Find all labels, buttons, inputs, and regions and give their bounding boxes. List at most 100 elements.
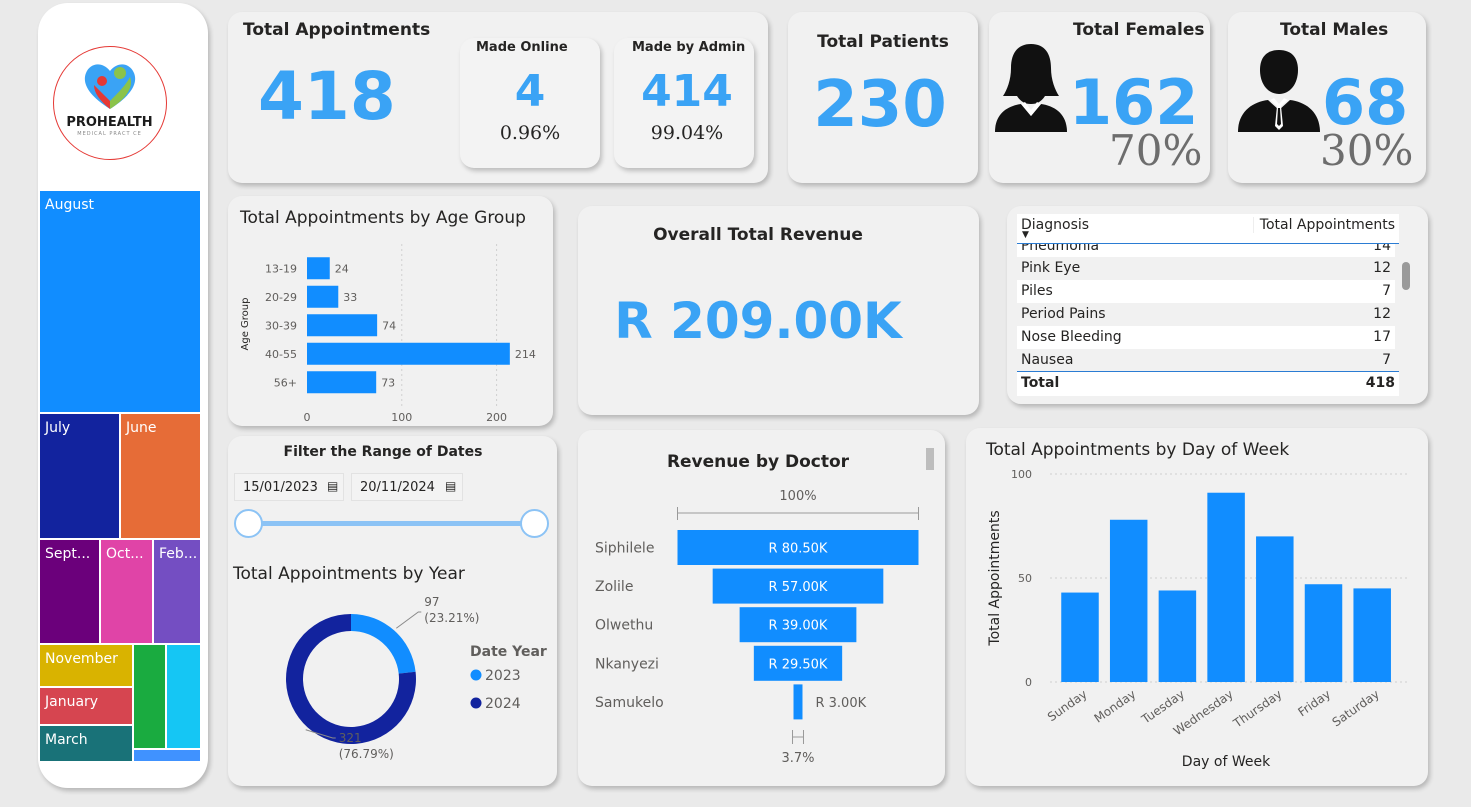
revenue-by-doctor-chart: 100% Siphilele R 80.50K Zolile R 57.00K Olwet…: [595, 489, 919, 766]
range-bracket: [677, 507, 919, 520]
y-tick-label: 40-55: [265, 348, 297, 361]
day-of-week-chart-card: Total Appointments by Day of Week 0 50 100…: [966, 428, 1428, 786]
calendar-icon[interactable]: ▤: [327, 479, 338, 493]
logo-text: PROHEALTH: [66, 115, 153, 130]
data-label: R 80.50K: [769, 542, 828, 557]
y-tick-label: 0: [1025, 676, 1032, 689]
table-row[interactable]: Pneumonia 14: [1017, 244, 1395, 258]
treemap-tile[interactable]: July: [40, 414, 119, 538]
x-tick-label: 100: [391, 411, 412, 424]
y-axis-title: Total Appointments: [987, 510, 1003, 646]
column-header-diagnosis[interactable]: Diagnosis: [1021, 217, 1089, 233]
end-date-input[interactable]: 20/11/2024 ▤: [351, 473, 463, 501]
bar: [1207, 492, 1245, 682]
total-females-title: Total Females: [1073, 20, 1205, 40]
column-header-total-appointments[interactable]: Total Appointments: [1252, 217, 1395, 233]
bar: [307, 257, 330, 280]
total-appointments-card: Total Appointments 418 Made Online 4 0.9…: [228, 12, 768, 183]
y-tick-label: 13-19: [265, 262, 297, 275]
sort-desc-icon[interactable]: ▼: [1022, 230, 1029, 240]
table-row[interactable]: Piles 7: [1017, 280, 1395, 303]
male-icon: [1238, 50, 1320, 132]
month-treemap[interactable]: August July June Sept... Oct... Feb... N…: [40, 191, 200, 761]
treemap-tile[interactable]: [134, 750, 200, 761]
total-females-pct: 70%: [1109, 126, 1203, 175]
made-by-admin-card: Made by Admin 414 99.04%: [614, 38, 754, 168]
revenue-value: R 209.00K: [614, 292, 902, 350]
category-label: Siphilele: [595, 541, 654, 557]
made-online-card: Made Online 4 0.96%: [460, 38, 600, 168]
x-tick-label: Saturday: [1330, 687, 1382, 729]
bar: [307, 285, 339, 308]
data-label: 73: [381, 376, 395, 389]
data-label: R 29.50K: [769, 657, 828, 672]
table-total-row: Total 418: [1017, 371, 1399, 396]
year-donut-chart: 97 (23.21%) 321 (76.79%) Date Year 2023 2024: [286, 595, 547, 761]
treemap-tile[interactable]: January: [40, 688, 132, 724]
calendar-icon[interactable]: ▤: [445, 479, 456, 493]
logo-subtext: MEDICAL PRACT CE: [77, 131, 142, 137]
x-tick-label: 200: [486, 411, 507, 424]
y-tick-label: 50: [1018, 572, 1032, 585]
total-patients-value: 230: [813, 68, 947, 142]
table-header: Diagnosis ▼ Total Appointments: [1017, 214, 1399, 244]
slider-start-handle[interactable]: [234, 509, 263, 538]
data-label: R 39.00K: [769, 619, 828, 634]
treemap-tile[interactable]: Sept...: [40, 540, 99, 643]
total-label: Total: [1021, 375, 1060, 391]
total-females-card: Total Females 162 70%: [989, 12, 1210, 183]
bar: [1061, 592, 1099, 682]
made-online-pct: 0.96%: [499, 122, 561, 144]
category-label: Zolile: [595, 579, 633, 595]
table-body[interactable]: Pneumonia 14 Pink Eye 12 Piles 7 Period Pai…: [1017, 244, 1399, 370]
category-label: Olwethu: [595, 618, 653, 634]
sidebar: PROHEALTH MEDICAL PRACT CE August July J…: [38, 3, 208, 788]
date-filter-year-card: Filter the Range of Dates 15/01/2023 ▤ 2…: [228, 436, 557, 786]
legend-label: 2023: [485, 668, 521, 684]
bar: [307, 314, 378, 337]
made-by-admin-pct: 99.04%: [650, 122, 724, 144]
total-value: 418: [1365, 375, 1395, 391]
table-scrollbar[interactable]: [1402, 262, 1410, 290]
logo: PROHEALTH MEDICAL PRACT CE: [53, 46, 167, 160]
diagnosis-table-card: Diagnosis ▼ Total Appointments Pneumonia…: [1007, 206, 1428, 404]
slider-end-handle[interactable]: [520, 509, 549, 538]
y-tick-label: 56+: [274, 376, 297, 389]
legend-title: Date Year: [470, 644, 547, 660]
treemap-tile[interactable]: [167, 645, 200, 748]
range-bracket: [792, 730, 804, 744]
bar: [1109, 519, 1148, 682]
table-row[interactable]: Period Pains 12: [1017, 303, 1395, 326]
female-icon: [995, 44, 1067, 132]
treemap-tile[interactable]: [134, 645, 165, 748]
table-row[interactable]: Nausea 7: [1017, 349, 1395, 370]
y-tick-label: 20-29: [265, 291, 297, 304]
bar: [1158, 590, 1197, 682]
data-label: R 57.00K: [769, 580, 828, 595]
table-row[interactable]: Nose Bleeding 17: [1017, 326, 1395, 349]
treemap-tile[interactable]: June: [121, 414, 200, 538]
treemap-tile[interactable]: November: [40, 645, 132, 686]
bar: [1304, 584, 1343, 682]
y-axis-title: Age Group: [240, 298, 251, 351]
date-range-slider-track[interactable]: [248, 521, 536, 526]
bar: [307, 371, 377, 394]
date-filter-title: Filter the Range of Dates: [283, 444, 483, 460]
table-row[interactable]: Pink Eye 12: [1017, 257, 1395, 280]
treemap-tile[interactable]: August: [40, 191, 200, 412]
data-label-pct: (76.79%): [339, 747, 394, 761]
data-label: 214: [515, 348, 536, 361]
revenue-card: Overall Total Revenue R 209.00K: [578, 206, 979, 415]
donut-slice: [351, 614, 416, 674]
total-males-card: Total Males 68 30%: [1228, 12, 1426, 183]
treemap-tile[interactable]: Oct...: [101, 540, 152, 643]
bar: [1256, 536, 1294, 682]
treemap-tile[interactable]: March: [40, 726, 132, 761]
y-tick-label: 100: [1011, 468, 1032, 481]
start-date-input[interactable]: 15/01/2023 ▤: [234, 473, 344, 501]
data-label: 24: [335, 262, 349, 275]
total-males-pct: 30%: [1320, 126, 1414, 175]
treemap-tile[interactable]: Feb...: [154, 540, 200, 643]
data-label: 321: [339, 731, 362, 745]
made-by-admin-label: Made by Admin: [632, 40, 746, 55]
